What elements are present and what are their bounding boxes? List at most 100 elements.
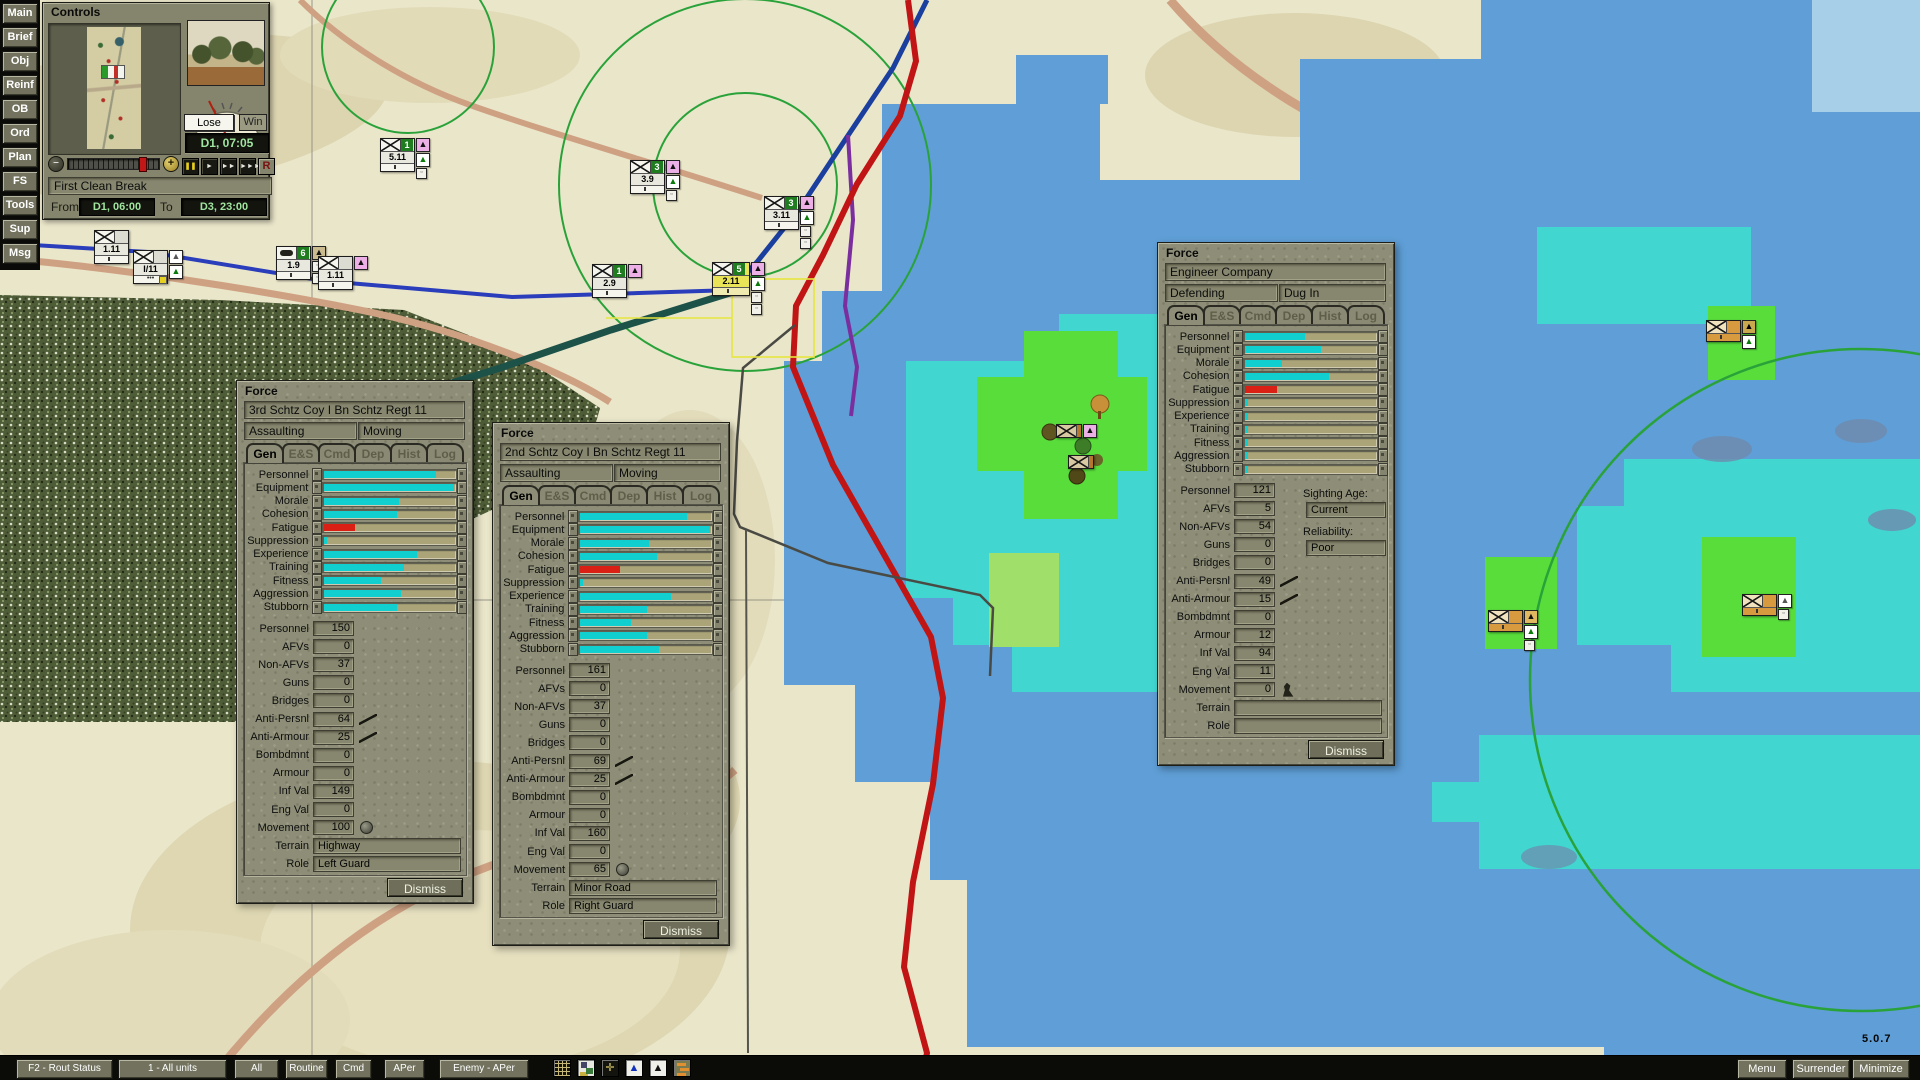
unit-counter-1-11[interactable]: 1.11 bbox=[94, 230, 129, 264]
pause-icon[interactable]: ❚❚ bbox=[182, 158, 199, 175]
fast-forward-icon[interactable]: ►► bbox=[220, 158, 237, 175]
green-up-icon[interactable]: ▲ bbox=[666, 175, 680, 189]
sidebar-item-fs[interactable]: FS bbox=[2, 171, 38, 192]
toolbar-button-routine[interactable]: Routine bbox=[285, 1059, 328, 1079]
unit-counter[interactable]: ▲▫ bbox=[1742, 594, 1792, 620]
sidebar-item-obj[interactable]: Obj bbox=[2, 51, 38, 72]
bar-spinner-left[interactable] bbox=[568, 629, 578, 642]
bar-spinner-right[interactable] bbox=[713, 616, 723, 629]
bar-spinner-left[interactable] bbox=[568, 563, 578, 576]
fastest-forward-icon[interactable]: ►►► bbox=[239, 158, 256, 175]
unit-counter-core[interactable]: 15.11 bbox=[380, 138, 415, 172]
bar-spinner-right[interactable] bbox=[1378, 436, 1388, 449]
tab-dep[interactable]: Dep bbox=[610, 485, 648, 505]
white-up-icon[interactable]: ▲ bbox=[169, 250, 183, 264]
bar-spinner-left[interactable] bbox=[312, 508, 322, 521]
waypoint-cross-icon[interactable]: ✛ bbox=[601, 1059, 619, 1077]
play-icon[interactable]: ► bbox=[201, 158, 218, 175]
minimap-map[interactable] bbox=[87, 27, 141, 149]
bar-spinner-left[interactable] bbox=[312, 574, 322, 587]
unit-counter-core[interactable] bbox=[1742, 594, 1777, 616]
toolbar-button-all[interactable]: All bbox=[234, 1059, 279, 1079]
bar-spinner-right[interactable] bbox=[713, 629, 723, 642]
bar-spinner-right[interactable] bbox=[713, 510, 723, 523]
map-zoom-slider[interactable] bbox=[67, 158, 160, 170]
unit-counter-1-11[interactable]: 1.11▲ bbox=[318, 256, 368, 290]
unit-counter[interactable] bbox=[1068, 455, 1094, 469]
bar-spinner-left[interactable] bbox=[312, 521, 322, 534]
bar-spinner-left[interactable] bbox=[312, 534, 322, 547]
move-up-icon[interactable]: ▲ bbox=[649, 1059, 667, 1077]
tab-hist[interactable]: Hist bbox=[390, 443, 428, 463]
tab-e-s[interactable]: E&S bbox=[1203, 305, 1241, 325]
sub-status-chip[interactable]: ▫ bbox=[751, 292, 762, 303]
bar-spinner-right[interactable] bbox=[1378, 370, 1388, 383]
bar-spinner-right[interactable] bbox=[1378, 383, 1388, 396]
unit-counter-5-11[interactable]: 15.11▲▲▫ bbox=[380, 138, 430, 179]
tab-gen[interactable]: Gen bbox=[1167, 305, 1205, 325]
dismiss-button[interactable]: Dismiss bbox=[387, 878, 463, 897]
sidebar-item-tools[interactable]: Tools bbox=[2, 195, 38, 216]
bar-spinner-left[interactable] bbox=[312, 468, 322, 481]
pink-up-icon[interactable]: ▲ bbox=[751, 262, 765, 276]
map-overlay-icon[interactable] bbox=[577, 1059, 595, 1077]
green-up-icon[interactable]: ▲ bbox=[751, 277, 765, 291]
bar-spinner-left[interactable] bbox=[1233, 410, 1243, 423]
sub-status-chip[interactable]: ▫ bbox=[1524, 640, 1535, 651]
unit-counter[interactable]: ▲▲▫ bbox=[1488, 610, 1538, 651]
sidebar-item-reinf[interactable]: Reinf bbox=[2, 75, 38, 96]
minimap[interactable] bbox=[48, 23, 181, 155]
bar-spinner-left[interactable] bbox=[1233, 463, 1243, 476]
dismiss-button[interactable]: Dismiss bbox=[643, 920, 719, 939]
bar-spinner-left[interactable] bbox=[1233, 370, 1243, 383]
unit-counter[interactable]: ▲ bbox=[1056, 424, 1097, 438]
toolbar-button-menu[interactable]: Menu bbox=[1737, 1059, 1787, 1079]
bar-spinner-left[interactable] bbox=[1233, 357, 1243, 370]
grid-icon[interactable] bbox=[553, 1059, 571, 1077]
bar-spinner-left[interactable] bbox=[1233, 436, 1243, 449]
bar-spinner-right[interactable] bbox=[457, 587, 467, 600]
pink-up-icon[interactable]: ▲ bbox=[354, 256, 368, 270]
sidebar-item-brief[interactable]: Brief bbox=[2, 27, 38, 48]
bar-spinner-right[interactable] bbox=[1378, 330, 1388, 343]
bar-spinner-left[interactable] bbox=[568, 523, 578, 536]
zoom-slider-handle[interactable] bbox=[139, 157, 147, 172]
green-up-icon[interactable]: ▲ bbox=[1524, 625, 1538, 639]
bar-spinner-left[interactable] bbox=[1233, 423, 1243, 436]
bar-spinner-right[interactable] bbox=[713, 590, 723, 603]
bar-spinner-right[interactable] bbox=[457, 468, 467, 481]
win-button[interactable]: Win bbox=[239, 114, 267, 131]
unit-counter-3-11[interactable]: 33.11▲▲▫▫ bbox=[764, 196, 814, 249]
bar-spinner-left[interactable] bbox=[1233, 383, 1243, 396]
tab-dep[interactable]: Dep bbox=[1275, 305, 1313, 325]
bar-spinner-right[interactable] bbox=[1378, 449, 1388, 462]
bar-spinner-right[interactable] bbox=[1378, 463, 1388, 476]
green-up-icon[interactable]: ▲ bbox=[800, 211, 814, 225]
bar-spinner-right[interactable] bbox=[457, 495, 467, 508]
bar-spinner-right[interactable] bbox=[713, 576, 723, 589]
jump-up-icon[interactable]: ▲ bbox=[625, 1059, 643, 1077]
unit-counter-core[interactable] bbox=[1068, 455, 1094, 469]
bar-spinner-right[interactable] bbox=[457, 521, 467, 534]
unit-counter-core[interactable]: 33.11 bbox=[764, 196, 799, 230]
unit-counter-core[interactable]: 12.9 bbox=[592, 264, 627, 298]
bar-spinner-left[interactable] bbox=[312, 495, 322, 508]
bar-spinner-right[interactable] bbox=[1378, 423, 1388, 436]
toolbar-button-f2-rout-status[interactable]: F2 - Rout Status bbox=[16, 1059, 113, 1079]
unit-counter-2-11[interactable]: 52.11▲▲▫▫ bbox=[712, 262, 765, 315]
toolbar-button-enemy-aper[interactable]: Enemy - APer bbox=[439, 1059, 529, 1079]
tab-dep[interactable]: Dep bbox=[354, 443, 392, 463]
bar-spinner-left[interactable] bbox=[312, 548, 322, 561]
tab-hist[interactable]: Hist bbox=[646, 485, 684, 505]
bar-spinner-right[interactable] bbox=[457, 508, 467, 521]
bar-spinner-left[interactable] bbox=[568, 550, 578, 563]
pink-up-icon[interactable]: ▲ bbox=[628, 264, 642, 278]
unit-counter-core[interactable]: 52.11 bbox=[712, 262, 750, 296]
bar-spinner-right[interactable] bbox=[713, 603, 723, 616]
tab-hist[interactable]: Hist bbox=[1311, 305, 1349, 325]
unit-counter-i-11[interactable]: I/11•••▲▲ bbox=[133, 250, 183, 284]
unit-counter-core[interactable]: 61.9 bbox=[276, 246, 311, 280]
sub-status-chip[interactable]: ▫ bbox=[416, 168, 427, 179]
sub-status-chip[interactable]: ▫ bbox=[800, 238, 811, 249]
pink-up-icon[interactable]: ▲ bbox=[800, 196, 814, 210]
